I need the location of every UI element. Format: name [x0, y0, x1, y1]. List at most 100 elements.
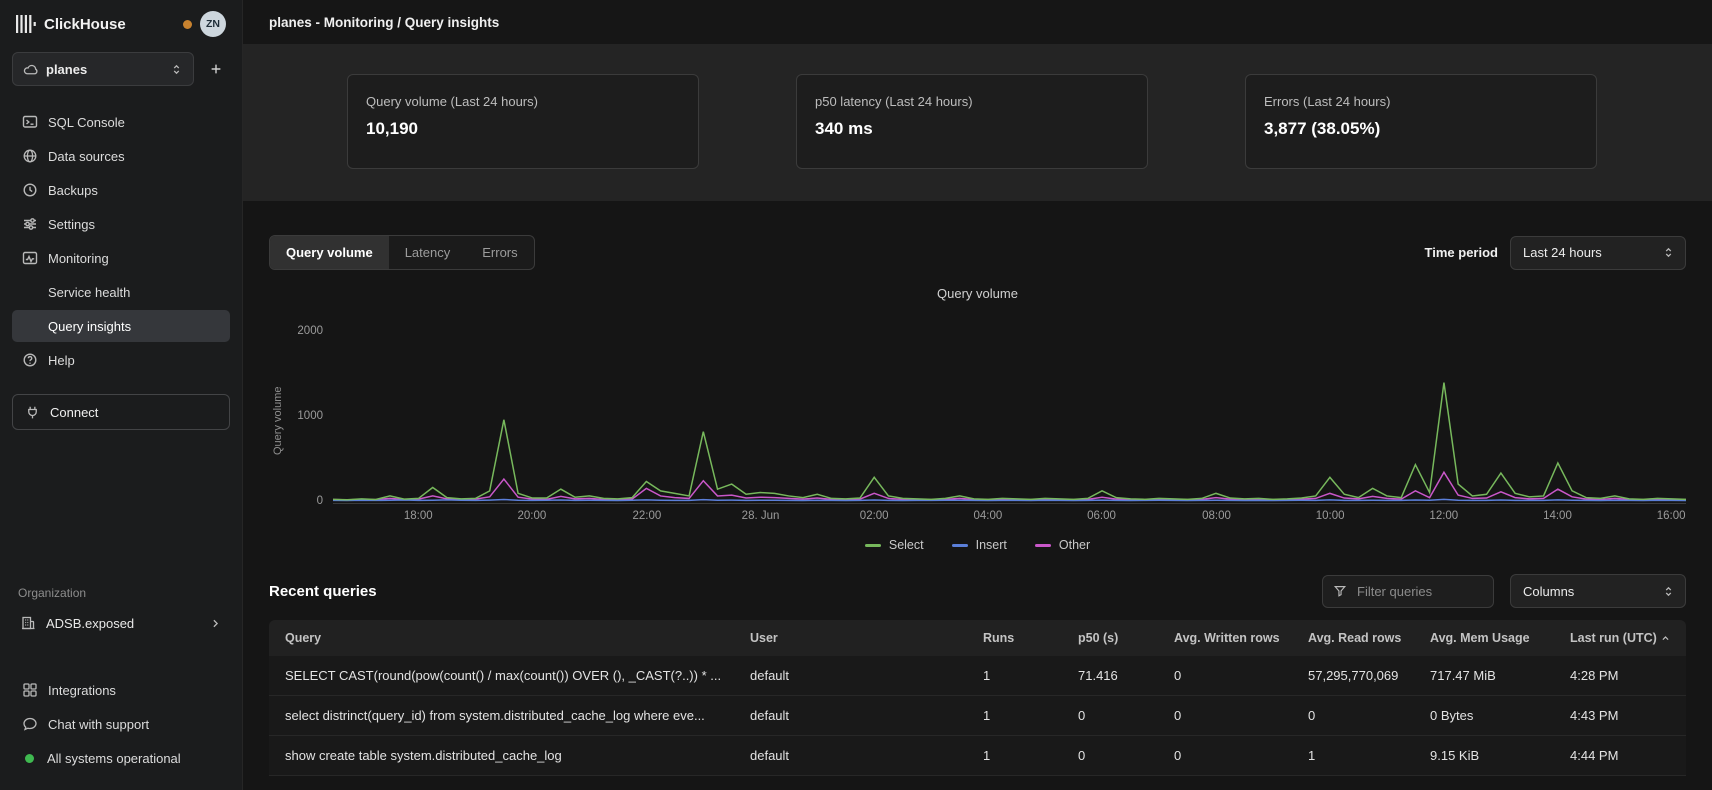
- x-tick: 22:00: [633, 510, 662, 522]
- table-row[interactable]: select distrinct(query_id) from system.d…: [269, 696, 1686, 736]
- col-query[interactable]: Query: [269, 620, 738, 656]
- p50-cell: 0: [1066, 736, 1162, 776]
- p50-cell: 0: [1066, 696, 1162, 736]
- col-avg-written[interactable]: Avg. Written rows: [1162, 620, 1296, 656]
- organization-selector[interactable]: ADSB.exposed: [12, 606, 230, 640]
- sidebar-item-backups[interactable]: Backups: [12, 174, 230, 206]
- chart-tabs: Query volume Latency Errors: [269, 235, 535, 270]
- table-header-row: Query User Runs p50 (s) Avg. Written row…: [269, 620, 1686, 656]
- sidebar-item-label: Service health: [48, 285, 130, 300]
- col-user[interactable]: User: [738, 620, 971, 656]
- notification-dot[interactable]: [183, 20, 192, 29]
- stat-card-p50-latency: p50 latency (Last 24 hours) 340 ms: [796, 74, 1148, 169]
- stat-card-query-volume: Query volume (Last 24 hours) 10,190: [347, 74, 699, 169]
- tab-query-volume[interactable]: Query volume: [270, 236, 389, 269]
- chat-support-label: Chat with support: [48, 717, 149, 732]
- add-service-button[interactable]: [202, 55, 230, 83]
- last-run-cell: 4:43 PM: [1558, 696, 1686, 736]
- user-cell: default: [738, 696, 971, 736]
- settings-icon: [22, 216, 38, 232]
- service-selector[interactable]: planes: [12, 52, 194, 86]
- x-tick: 12:00: [1429, 510, 1458, 522]
- time-period-label: Time period: [1425, 245, 1498, 260]
- table-row[interactable]: SELECT CAST(round(pow(count() / max(coun…: [269, 656, 1686, 696]
- sidebar-item-label: Monitoring: [48, 251, 109, 266]
- legend-item-other[interactable]: Other: [1035, 538, 1090, 552]
- sidebar-item-service-health[interactable]: Service health: [12, 276, 230, 308]
- filter-icon: [1333, 584, 1347, 598]
- stat-card-errors: Errors (Last 24 hours) 3,877 (38.05%): [1245, 74, 1597, 169]
- plus-icon: [209, 62, 223, 76]
- chart-plot[interactable]: [333, 309, 1686, 504]
- avg-read-cell: 0: [1296, 696, 1418, 736]
- stat-value: 3,877 (38.05%): [1264, 119, 1578, 139]
- runs-cell: 1: [971, 736, 1066, 776]
- integrations-link[interactable]: Integrations: [12, 674, 230, 706]
- query-cell[interactable]: select distrinct(query_id) from system.d…: [269, 696, 738, 736]
- breadcrumb: planes - Monitoring / Query insights: [269, 15, 499, 30]
- col-last-run-label: Last run (UTC): [1570, 631, 1657, 645]
- legend-item-insert[interactable]: Insert: [952, 538, 1007, 552]
- avg-written-cell: 0: [1162, 736, 1296, 776]
- chevron-up-down-icon: [1662, 585, 1675, 598]
- integrations-icon: [22, 682, 38, 698]
- legend-item-select[interactable]: Select: [865, 538, 924, 552]
- col-avg-mem[interactable]: Avg. Mem Usage: [1418, 620, 1558, 656]
- columns-select[interactable]: Columns: [1510, 574, 1686, 608]
- status-ok-icon: [25, 754, 34, 763]
- avatar[interactable]: ZN: [200, 11, 226, 37]
- query-cell[interactable]: SELECT CAST(round(pow(count() / max(coun…: [269, 656, 738, 696]
- connect-button[interactable]: Connect: [12, 394, 230, 430]
- avg-mem-cell: 0 Bytes: [1418, 696, 1558, 736]
- legend-label: Other: [1059, 538, 1090, 552]
- sidebar-item-label: Settings: [48, 217, 95, 232]
- col-avg-read[interactable]: Avg. Read rows: [1296, 620, 1418, 656]
- organization-block: Organization ADSB.exposed: [12, 586, 230, 640]
- x-tick: 08:00: [1202, 510, 1231, 522]
- sidebar-item-sql-console[interactable]: SQL Console: [12, 106, 230, 138]
- recent-queries-table: Query User Runs p50 (s) Avg. Written row…: [269, 620, 1686, 776]
- series-line-select: [333, 383, 1686, 500]
- col-p50[interactable]: p50 (s): [1066, 620, 1162, 656]
- query-cell[interactable]: show create table system.distributed_cac…: [269, 736, 738, 776]
- content: Query volume Latency Errors Time period …: [243, 201, 1712, 790]
- x-tick: 04:00: [973, 510, 1002, 522]
- filter-queries-box[interactable]: [1322, 575, 1494, 608]
- system-status-label: All systems operational: [47, 751, 181, 766]
- legend-swatch: [865, 544, 881, 547]
- sidebar-item-help[interactable]: Help: [12, 344, 230, 376]
- sidebar-item-label: Data sources: [48, 149, 125, 164]
- avg-written-cell: 0: [1162, 656, 1296, 696]
- filter-queries-input[interactable]: [1355, 583, 1483, 600]
- sidebar: ClickHouse ZN planes SQL Console: [0, 0, 243, 790]
- chat-support-link[interactable]: Chat with support: [12, 708, 230, 740]
- table-row[interactable]: show create table system.distributed_cac…: [269, 736, 1686, 776]
- time-period-select[interactable]: Last 24 hours: [1510, 236, 1686, 270]
- legend-swatch: [1035, 544, 1051, 547]
- plug-icon: [25, 405, 40, 420]
- clickhouse-logo[interactable]: ClickHouse: [16, 15, 126, 33]
- sidebar-item-settings[interactable]: Settings: [12, 208, 230, 240]
- system-status-link[interactable]: All systems operational: [12, 742, 230, 774]
- chart-series-svg: [333, 309, 1686, 503]
- y-tick: 1000: [297, 410, 323, 422]
- tab-errors[interactable]: Errors: [466, 236, 533, 269]
- sidebar-item-data-sources[interactable]: Data sources: [12, 140, 230, 172]
- last-run-cell: 4:44 PM: [1558, 736, 1686, 776]
- sidebar-item-query-insights[interactable]: Query insights: [12, 310, 230, 342]
- sidebar-item-label: Query insights: [48, 319, 131, 334]
- building-icon: [20, 615, 36, 631]
- backups-icon: [22, 182, 38, 198]
- user-cell: default: [738, 736, 971, 776]
- service-name: planes: [46, 62, 162, 77]
- monitoring-icon: [22, 250, 38, 266]
- col-runs[interactable]: Runs: [971, 620, 1066, 656]
- chat-icon: [22, 716, 38, 732]
- app-title: ClickHouse: [44, 16, 126, 33]
- chevron-up-down-icon: [170, 63, 183, 76]
- chart-title: Query volume: [269, 286, 1686, 301]
- sidebar-item-monitoring[interactable]: Monitoring: [12, 242, 230, 274]
- tab-latency[interactable]: Latency: [389, 236, 467, 269]
- col-last-run[interactable]: Last run (UTC): [1558, 620, 1686, 656]
- y-axis-label: Query volume: [269, 309, 287, 532]
